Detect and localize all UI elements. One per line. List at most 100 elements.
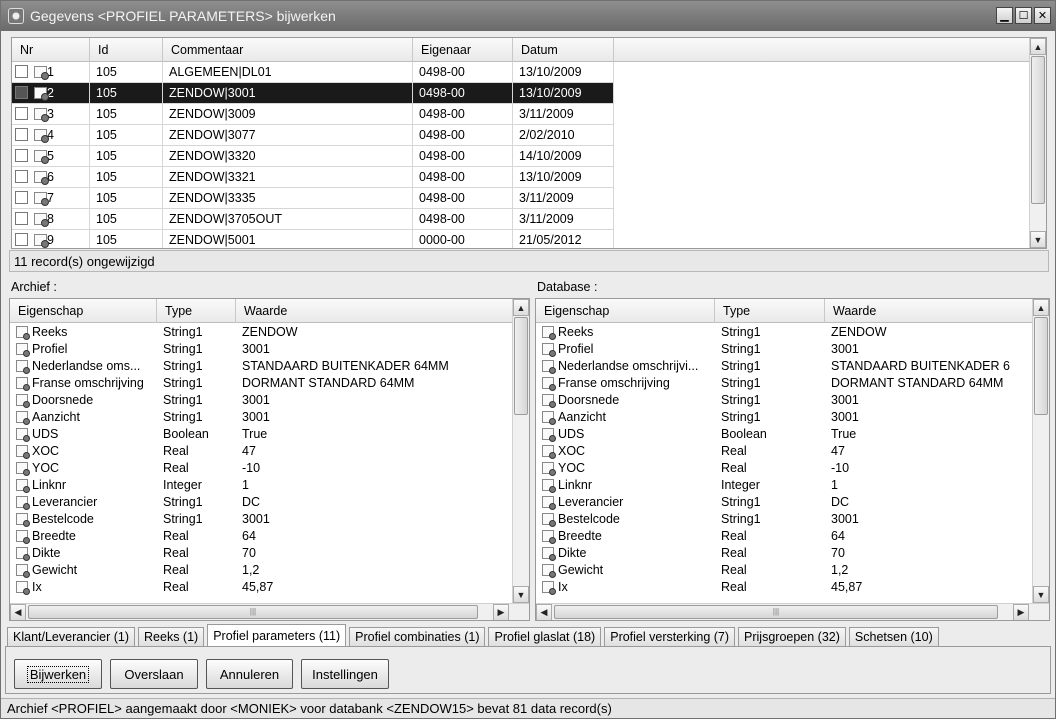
- table-row[interactable]: 4 105 ZENDOW|3077 0498-00 2/02/2010: [12, 125, 1030, 146]
- property-row[interactable]: Linknr Integer 1: [10, 477, 513, 494]
- minimize-icon[interactable]: ▁: [996, 7, 1013, 24]
- row-checkbox[interactable]: [15, 149, 28, 162]
- column-header-eigenaar[interactable]: Eigenaar: [413, 38, 513, 62]
- property-row[interactable]: UDS Boolean True: [10, 426, 513, 443]
- row-checkbox[interactable]: [15, 128, 28, 141]
- table-row[interactable]: 1 105 ALGEMEEN|DL01 0498-00 13/10/2009: [12, 62, 1030, 83]
- scroll-down-icon[interactable]: ▼: [513, 586, 529, 603]
- row-checkbox[interactable]: [15, 86, 28, 99]
- row-checkbox[interactable]: [15, 212, 28, 225]
- property-row[interactable]: UDS Boolean True: [536, 426, 1033, 443]
- property-row[interactable]: Aanzicht String1 3001: [10, 409, 513, 426]
- archief-grid[interactable]: Eigenschap Type Waarde Reeks String1 ZENDO…: [9, 298, 530, 621]
- table-row[interactable]: 9 105 ZENDOW|5001 0000-00 21/05/2012: [12, 230, 1030, 248]
- row-checkbox[interactable]: [15, 191, 28, 204]
- scroll-right-icon[interactable]: ▶: [493, 604, 509, 620]
- property-row[interactable]: XOC Real 47: [536, 443, 1033, 460]
- archief-horizontal-scrollbar[interactable]: ◀ ||| ▶: [10, 603, 529, 620]
- column-header-waarde[interactable]: Waarde: [236, 299, 513, 323]
- database-grid[interactable]: Eigenschap Type Waarde Reeks String1 ZENDO…: [535, 298, 1050, 621]
- property-row[interactable]: Breedte Real 64: [536, 528, 1033, 545]
- column-header-type[interactable]: Type: [715, 299, 825, 323]
- column-header-eigenschap[interactable]: Eigenschap: [536, 299, 715, 323]
- scroll-left-icon[interactable]: ◀: [536, 604, 552, 620]
- column-header-commentaar[interactable]: Commentaar: [163, 38, 413, 62]
- scroll-thumb[interactable]: [514, 317, 528, 415]
- property-row[interactable]: Nederlandse omschrijvi... String1 STANDAAR…: [536, 358, 1033, 375]
- property-row[interactable]: Doorsnede String1 3001: [536, 392, 1033, 409]
- overslaan-button[interactable]: Overslaan: [110, 659, 198, 689]
- property-row[interactable]: Gewicht Real 1,2: [536, 562, 1033, 579]
- scroll-thumb[interactable]: |||: [554, 605, 998, 619]
- table-row[interactable]: 6 105 ZENDOW|3321 0498-00 13/10/2009: [12, 167, 1030, 188]
- table-row[interactable]: 7 105 ZENDOW|3335 0498-00 3/11/2009: [12, 188, 1030, 209]
- tab-1[interactable]: Reeks (1): [138, 627, 205, 647]
- instellingen-button[interactable]: Instellingen: [301, 659, 389, 689]
- tab-0[interactable]: Klant/Leverancier (1): [7, 627, 136, 647]
- bijwerken-button[interactable]: Bijwerken: [14, 659, 102, 689]
- scroll-up-icon[interactable]: ▲: [1030, 38, 1046, 55]
- tab-4[interactable]: Profiel glaslat (18): [488, 627, 602, 647]
- column-header-datum[interactable]: Datum: [513, 38, 614, 62]
- row-checkbox[interactable]: [15, 107, 28, 120]
- scroll-up-icon[interactable]: ▲: [513, 299, 529, 316]
- table-row[interactable]: 2 105 ZENDOW|3001 0498-00 13/10/2009: [12, 83, 1030, 104]
- property-row[interactable]: Ix Real 45,87: [10, 579, 513, 596]
- property-row[interactable]: Dikte Real 70: [536, 545, 1033, 562]
- property-row[interactable]: Franse omschrijving String1 DORMANT STANDA…: [536, 375, 1033, 392]
- property-row[interactable]: Ix Real 45,87: [536, 579, 1033, 596]
- scroll-down-icon[interactable]: ▼: [1030, 231, 1046, 248]
- database-vertical-scrollbar[interactable]: ▲ ▼: [1032, 299, 1049, 603]
- app-icon[interactable]: [8, 8, 24, 24]
- column-header-waarde[interactable]: Waarde: [825, 299, 1033, 323]
- scroll-right-icon[interactable]: ▶: [1013, 604, 1029, 620]
- column-header-id[interactable]: Id: [90, 38, 163, 62]
- scroll-thumb[interactable]: |||: [28, 605, 478, 619]
- property-row[interactable]: Doorsnede String1 3001: [10, 392, 513, 409]
- records-vertical-scrollbar[interactable]: ▲ ▼: [1029, 38, 1046, 248]
- tab-2[interactable]: Profiel parameters (11): [207, 624, 347, 647]
- row-checkbox[interactable]: [15, 233, 28, 246]
- property-row[interactable]: Profiel String1 3001: [10, 341, 513, 358]
- scroll-down-icon[interactable]: ▼: [1033, 586, 1049, 603]
- tab-7[interactable]: Schetsen (10): [848, 627, 939, 647]
- property-row[interactable]: Leverancier String1 DC: [536, 494, 1033, 511]
- property-row[interactable]: YOC Real -10: [10, 460, 513, 477]
- scroll-up-icon[interactable]: ▲: [1033, 299, 1049, 316]
- property-row[interactable]: Leverancier String1 DC: [10, 494, 513, 511]
- scroll-thumb[interactable]: [1034, 317, 1048, 415]
- annuleren-button[interactable]: Annuleren: [206, 659, 293, 689]
- maximize-icon[interactable]: ☐: [1015, 7, 1032, 24]
- table-row[interactable]: 3 105 ZENDOW|3009 0498-00 3/11/2009: [12, 104, 1030, 125]
- property-row[interactable]: Reeks String1 ZENDOW: [10, 324, 513, 341]
- row-checkbox[interactable]: [15, 65, 28, 78]
- scroll-left-icon[interactable]: ◀: [10, 604, 26, 620]
- property-row[interactable]: Reeks String1 ZENDOW: [536, 324, 1033, 341]
- tab-6[interactable]: Prijsgroepen (32): [738, 627, 846, 647]
- column-header-eigenschap[interactable]: Eigenschap: [10, 299, 157, 323]
- column-header-nr[interactable]: Nr: [12, 38, 90, 62]
- property-row[interactable]: Franse omschrijving String1 DORMANT STANDA…: [10, 375, 513, 392]
- tab-3[interactable]: Profiel combinaties (1): [349, 627, 486, 647]
- property-row[interactable]: Profiel String1 3001: [536, 341, 1033, 358]
- property-row[interactable]: XOC Real 47: [10, 443, 513, 460]
- records-grid[interactable]: Nr Id Commentaar Eigenaar Datum 1 105 ALGE…: [11, 37, 1047, 249]
- property-row[interactable]: Bestelcode String1 3001: [10, 511, 513, 528]
- scroll-thumb[interactable]: [1031, 56, 1045, 204]
- row-checkbox[interactable]: [15, 170, 28, 183]
- property-row[interactable]: Dikte Real 70: [10, 545, 513, 562]
- database-horizontal-scrollbar[interactable]: ◀ ||| ▶: [536, 603, 1049, 620]
- archief-vertical-scrollbar[interactable]: ▲ ▼: [512, 299, 529, 603]
- table-row[interactable]: 8 105 ZENDOW|3705OUT 0498-00 3/11/2009: [12, 209, 1030, 230]
- table-row[interactable]: 5 105 ZENDOW|3320 0498-00 14/10/2009: [12, 146, 1030, 167]
- property-row[interactable]: Linknr Integer 1: [536, 477, 1033, 494]
- property-row[interactable]: Breedte Real 64: [10, 528, 513, 545]
- property-row[interactable]: Bestelcode String1 3001: [536, 511, 1033, 528]
- property-row[interactable]: Gewicht Real 1,2: [10, 562, 513, 579]
- property-row[interactable]: Aanzicht String1 3001: [536, 409, 1033, 426]
- property-row[interactable]: Nederlandse oms... String1 STANDAARD BUITE…: [10, 358, 513, 375]
- tab-5[interactable]: Profiel versterking (7): [604, 627, 736, 647]
- property-row[interactable]: YOC Real -10: [536, 460, 1033, 477]
- column-header-type[interactable]: Type: [157, 299, 236, 323]
- close-icon[interactable]: ✕: [1034, 7, 1051, 24]
